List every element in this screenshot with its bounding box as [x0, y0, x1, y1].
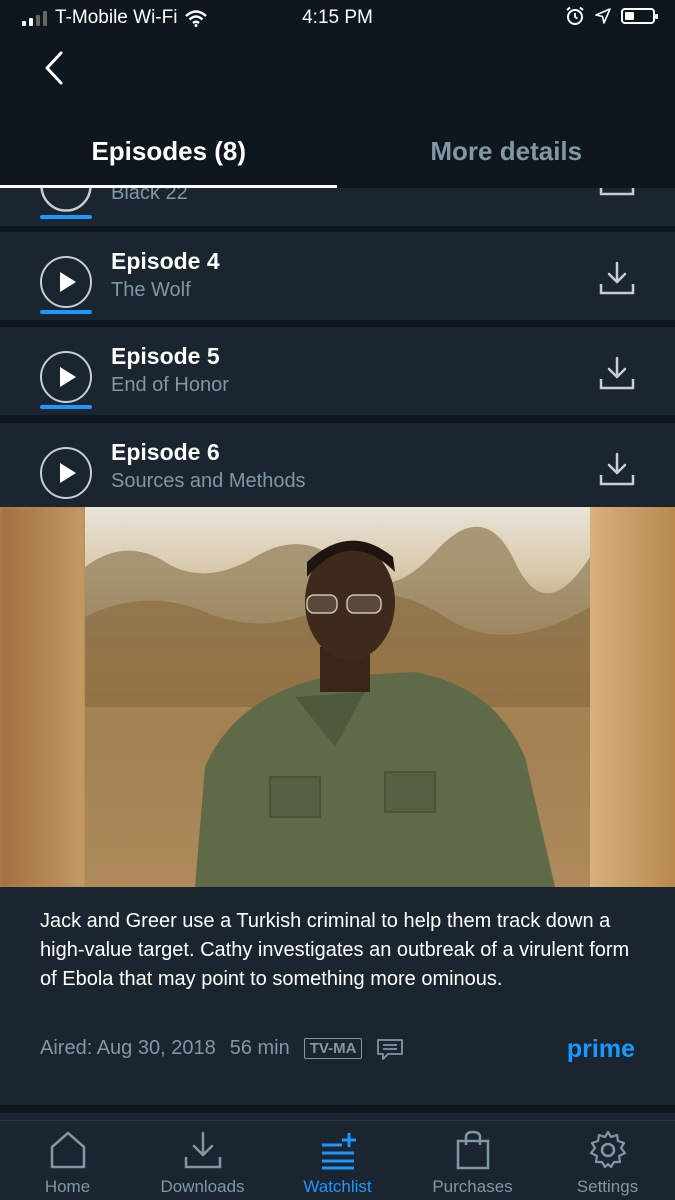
status-bar: T-Mobile Wi-Fi 4:15 PM	[0, 0, 675, 36]
nav-downloads-label: Downloads	[160, 1177, 245, 1196]
episode-subtitle: Black 22	[111, 188, 188, 204]
battery-icon	[621, 8, 658, 24]
episode-row-partial[interactable]: Black 22	[0, 188, 675, 226]
shopping-bag-icon	[456, 1130, 489, 1170]
nav-home-label: Home	[44, 1177, 91, 1196]
download-icon[interactable]	[599, 260, 635, 296]
nav-watchlist[interactable]: Watchlist	[270, 1121, 405, 1200]
prime-badge: prime	[566, 1035, 635, 1063]
nav-purchases-label: Purchases	[432, 1177, 513, 1196]
episode-subtitle: The Wolf	[111, 279, 191, 301]
tab-episodes[interactable]: Episodes (8)	[0, 120, 338, 188]
hero-blur-right	[590, 507, 675, 887]
watch-progress-bar	[40, 215, 92, 219]
episode-subtitle: End of Honor	[111, 374, 229, 396]
back-button[interactable]	[36, 48, 72, 88]
maturity-rating-badge: TV-MA	[303, 1038, 363, 1059]
episode-hero-image	[0, 507, 675, 887]
episode-title: Episode 4	[111, 248, 220, 274]
download-icon	[184, 1131, 221, 1169]
nav-watchlist-label: Watchlist	[303, 1177, 372, 1196]
episode-title: Episode 6	[111, 439, 220, 465]
play-icon	[60, 367, 76, 387]
episode-title: Episode 5	[111, 343, 220, 369]
episode-row[interactable]: Episode 4 The Wolf	[0, 232, 675, 320]
nav-settings-label: Settings	[576, 1177, 639, 1196]
alarm-icon	[566, 6, 584, 25]
bottom-navigation: Home Downloads Watchlist Purchases Setti…	[0, 1120, 675, 1200]
episode-meta: Aired: Aug 30, 2018 56 min TV-MA	[40, 1037, 636, 1060]
location-icon	[595, 8, 611, 24]
play-icon	[40, 188, 92, 212]
episode-row[interactable]: Episode 6 Sources and Methods	[0, 423, 675, 507]
episode-row[interactable]: Episode 5 End of Honor	[0, 327, 675, 415]
nav-home[interactable]: Home	[0, 1121, 135, 1200]
nav-purchases[interactable]: Purchases	[405, 1121, 540, 1200]
episode-still-illustration	[85, 526, 590, 887]
play-icon	[60, 463, 76, 483]
hero-blur-left	[0, 507, 85, 887]
subtitles-icon	[377, 1038, 404, 1060]
chevron-left-icon	[45, 51, 63, 85]
air-date: Aired: Aug 30, 2018	[40, 1037, 216, 1059]
play-button[interactable]	[40, 447, 92, 499]
episode-still	[85, 507, 590, 887]
play-button[interactable]	[40, 256, 92, 308]
nav-settings[interactable]: Settings	[540, 1121, 675, 1200]
nav-downloads[interactable]: Downloads	[135, 1121, 270, 1200]
watch-progress-bar	[40, 405, 92, 409]
play-icon	[60, 272, 76, 292]
episode-subtitle: Sources and Methods	[111, 470, 306, 492]
duration: 56 min	[229, 1037, 290, 1059]
tab-more-details[interactable]: More details	[338, 120, 675, 188]
watch-progress-bar	[40, 310, 92, 314]
play-button[interactable]	[40, 351, 92, 403]
download-icon[interactable]	[599, 188, 635, 198]
download-icon[interactable]	[599, 355, 635, 391]
status-right	[565, 6, 658, 26]
episode-synopsis: Jack and Greer use a Turkish criminal to…	[40, 910, 630, 990]
watchlist-icon	[321, 1133, 356, 1170]
home-icon	[50, 1131, 85, 1169]
download-icon[interactable]	[599, 451, 635, 487]
episode-details: Jack and Greer use a Turkish criminal to…	[0, 887, 675, 1105]
tab-bar: Episodes (8) More details	[0, 120, 675, 188]
gear-icon	[589, 1130, 626, 1169]
